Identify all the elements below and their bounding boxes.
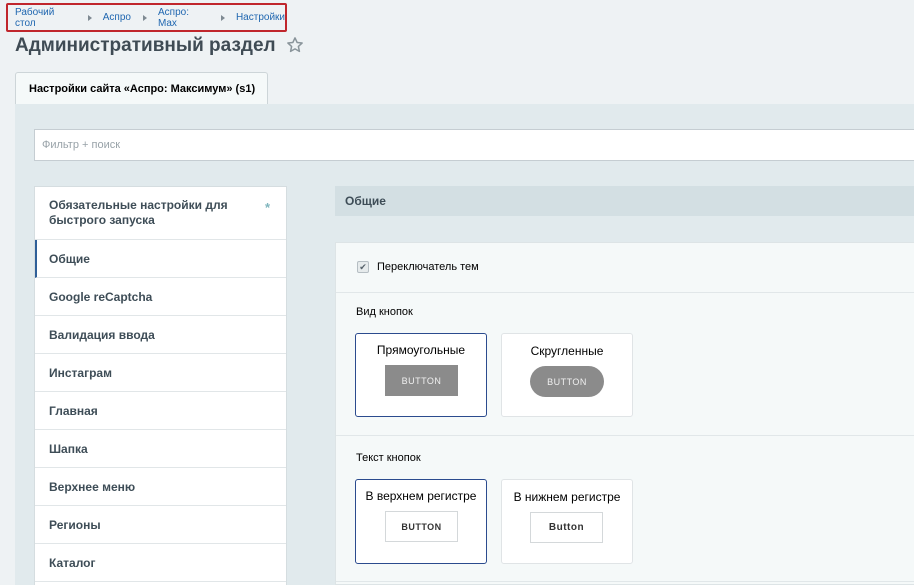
divider	[336, 581, 914, 582]
sample-button: Button	[530, 512, 603, 543]
sample-button: BUTTON	[385, 511, 458, 542]
chevron-right-icon	[87, 14, 92, 21]
option-title: Прямоугольные	[376, 343, 466, 357]
menu-item-label: Обязательные настройки для быстрого запу…	[49, 198, 228, 227]
menu-item-validation[interactable]: Валидация ввода	[35, 316, 286, 354]
option-title: В нижнем регистре	[513, 490, 621, 504]
theme-switch-checkbox[interactable]: ✔	[357, 261, 369, 273]
settings-menu: Обязательные настройки для быстрого запу…	[34, 186, 287, 585]
required-mark: *	[264, 200, 270, 215]
menu-item-quick-start[interactable]: Обязательные настройки для быстрого запу…	[35, 187, 286, 240]
menu-item-regions[interactable]: Регионы	[35, 506, 286, 544]
checkmark-icon: ✔	[359, 262, 367, 272]
button-style-rounded[interactable]: Скругленные BUTTON	[501, 333, 633, 417]
menu-item-header[interactable]: Шапка	[35, 430, 286, 468]
button-text-lowercase[interactable]: В нижнем регистре Button	[501, 479, 633, 564]
menu-item-top-menu[interactable]: Верхнее меню	[35, 468, 286, 506]
divider	[336, 435, 914, 436]
menu-item-recaptcha[interactable]: Google reCaptcha	[35, 278, 286, 316]
button-text-uppercase[interactable]: В верхнем регистре BUTTON	[355, 479, 487, 564]
divider	[336, 292, 914, 293]
breadcrumb-link-desktop[interactable]: Рабочий стол	[15, 7, 76, 29]
option-title: Скругленные	[530, 344, 604, 358]
section-title: Общие	[335, 186, 914, 216]
breadcrumb-link-aspro[interactable]: Аспро	[103, 12, 131, 23]
breadcrumb-link-aspro-max[interactable]: Аспро: Max	[158, 7, 209, 29]
menu-item-instagram[interactable]: Инстаграм	[35, 354, 286, 392]
page-title: Административный раздел	[15, 35, 276, 56]
menu-item-general[interactable]: Общие	[35, 240, 286, 278]
sample-button: BUTTON	[385, 365, 458, 396]
sample-button: BUTTON	[530, 366, 604, 397]
button-text-label: Текст кнопок	[356, 452, 421, 464]
star-icon[interactable]	[286, 36, 304, 54]
menu-item-catalog[interactable]: Каталог	[35, 544, 286, 582]
option-title: В верхнем регистре	[365, 489, 477, 503]
button-style-rectangular[interactable]: Прямоугольные BUTTON	[355, 333, 487, 417]
theme-switch-label[interactable]: Переключатель тем	[377, 261, 479, 273]
menu-item-main[interactable]: Главная	[35, 392, 286, 430]
tab-site-settings[interactable]: Настройки сайта «Аспро: Максимум» (s1)	[15, 72, 268, 105]
chevron-right-icon	[220, 14, 225, 21]
breadcrumb-link-settings[interactable]: Настройки	[236, 12, 285, 23]
filter-search-input[interactable]: Фильтр + поиск	[34, 129, 914, 161]
button-style-label: Вид кнопок	[356, 306, 413, 318]
breadcrumb: Рабочий стол Аспро Аспро: Max Настройки	[6, 3, 287, 32]
chevron-right-icon	[142, 14, 147, 21]
